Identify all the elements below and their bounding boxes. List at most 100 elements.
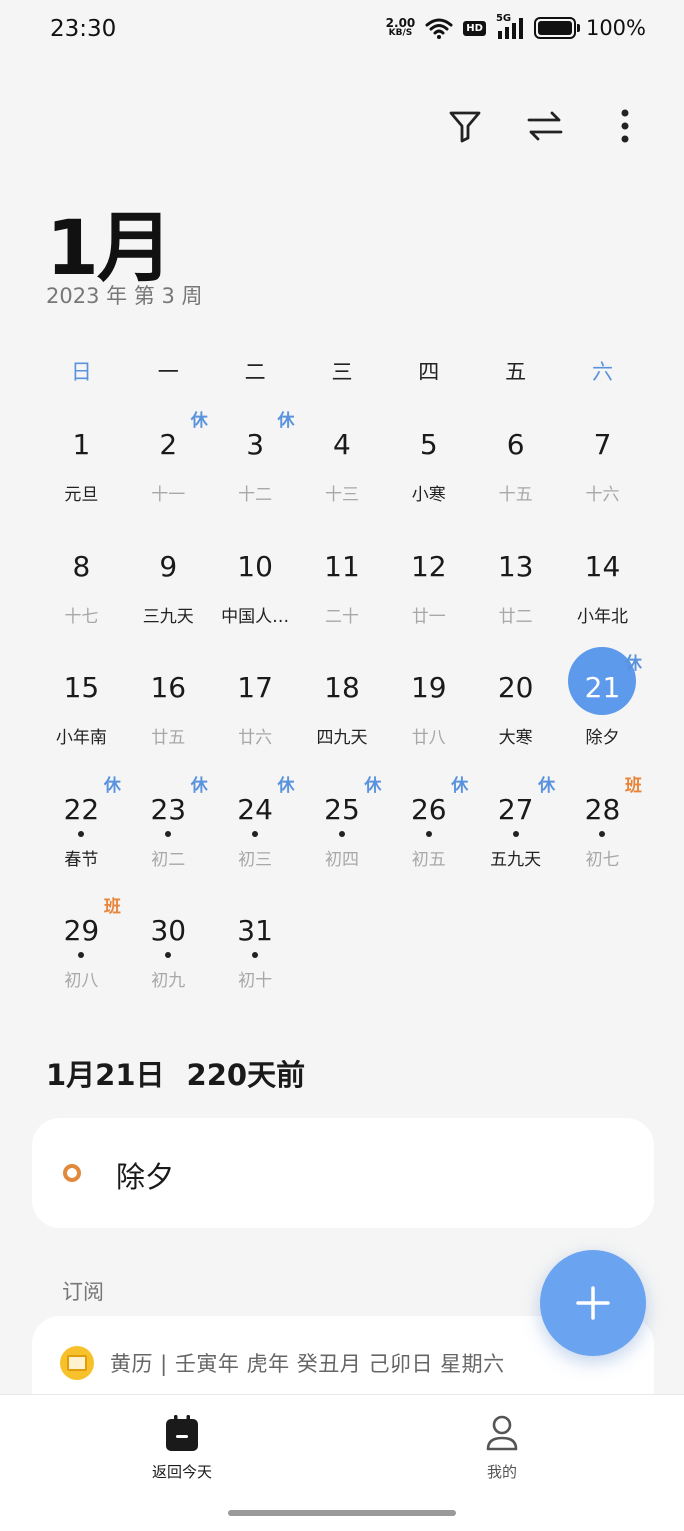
day-cell[interactable]: 12 廿一 xyxy=(385,520,472,642)
day-cell[interactable]: 10 中国人… xyxy=(212,520,299,642)
event-card[interactable]: 除夕 xyxy=(32,1118,654,1228)
day-number: 16 xyxy=(150,671,187,705)
status-bar: 23:30 2.00 KB/S HD 5G 100% xyxy=(0,0,684,64)
day-cell[interactable]: 11 二十 xyxy=(299,520,386,642)
selected-date-relative: 220天前 xyxy=(186,1058,306,1092)
event-dot-icon xyxy=(78,830,85,837)
selected-date-info: 1月21日 220天前 xyxy=(46,1052,305,1094)
nav-mine[interactable]: 我的 xyxy=(442,1413,562,1482)
day-number: 22 xyxy=(63,792,100,826)
lunar-label: 廿一 xyxy=(411,606,446,627)
day-cell[interactable]: 7 十六 xyxy=(559,398,646,520)
day-number: 15 xyxy=(63,671,100,705)
day-cell[interactable]: 8 十七 xyxy=(38,520,125,642)
lunar-label: 二十 xyxy=(324,606,359,627)
filter-button[interactable] xyxy=(446,104,484,148)
lunar-label: 十五 xyxy=(498,485,533,505)
event-dot-icon xyxy=(165,830,172,837)
weekday-header: 日 一 二 三 四 五 六 xyxy=(38,356,646,386)
lunar-label: 廿五 xyxy=(151,728,186,749)
day-cell[interactable]: 6 十五 xyxy=(472,398,559,520)
lunar-label: 初九 xyxy=(151,971,186,992)
day-number: 29 xyxy=(63,914,100,948)
lunar-label: 除夕 xyxy=(585,728,620,749)
status-icons: 2.00 KB/S HD 5G 100% xyxy=(386,13,646,40)
more-button[interactable] xyxy=(606,104,644,148)
lunar-label: 小年南 xyxy=(55,728,107,749)
lunar-label: 初七 xyxy=(585,849,620,870)
day-number: 7 xyxy=(593,428,612,461)
hd-badge: HD xyxy=(463,20,486,36)
event-dot-icon xyxy=(252,830,259,837)
day-cell[interactable]: 1 元旦 xyxy=(38,398,125,520)
day-cell[interactable]: 20 大寒 xyxy=(472,641,559,763)
swap-view-button[interactable] xyxy=(526,104,564,148)
week-row: 15 小年南 16 廿五 17 廿六 18 四九天 19 廿八 20 大寒休 21 除夕 xyxy=(38,641,646,763)
lunar-label: 四九天 xyxy=(316,728,368,749)
lunar-label: 十七 xyxy=(64,606,99,627)
day-cell[interactable]: 30 初九 xyxy=(125,884,212,1006)
day-cell[interactable]: 31 初十 xyxy=(212,884,299,1006)
day-cell[interactable]: 15 小年南 xyxy=(38,641,125,763)
day-cell[interactable]: 18 四九天 xyxy=(299,641,386,763)
day-cell[interactable]: 班 28 初七 xyxy=(559,763,646,885)
day-number: 14 xyxy=(584,549,621,583)
week-row: 休 22 春节休 23 初二休 24 初三休 25 初四休 26 初五休 27 五九天班 28 初七 xyxy=(38,763,646,885)
day-cell[interactable]: 16 廿五 xyxy=(125,641,212,763)
lunar-label: 中国人… xyxy=(221,606,290,627)
day-number: 12 xyxy=(410,549,447,583)
day-number: 5 xyxy=(419,428,438,461)
day-cell[interactable]: 休 27 五九天 xyxy=(472,763,559,885)
day-cell[interactable]: 休 26 初五 xyxy=(385,763,472,885)
weekday-fri: 五 xyxy=(505,360,527,384)
battery-icon xyxy=(533,17,580,39)
selected-date: 1月21日 xyxy=(46,1058,165,1092)
day-number: 30 xyxy=(150,914,187,948)
day-number: 11 xyxy=(324,549,360,583)
day-cell[interactable]: 5 小寒 xyxy=(385,398,472,520)
day-cell[interactable]: 休 24 初三 xyxy=(212,763,299,885)
day-cell[interactable]: 19 廿八 xyxy=(385,641,472,763)
day-cell[interactable]: 休 23 初二 xyxy=(125,763,212,885)
lunar-label: 廿二 xyxy=(498,606,533,627)
nav-today-label: 返回今天 xyxy=(151,1463,212,1481)
day-cell[interactable]: 休 2 十一 xyxy=(125,398,212,520)
lunar-label: 初八 xyxy=(64,971,99,992)
day-cell-selected[interactable]: 休 21 除夕 xyxy=(559,641,646,763)
lunar-label: 大寒 xyxy=(498,728,533,749)
lunar-label: 十二 xyxy=(238,485,273,505)
week-row: 1 元旦休 2 十一休 3 十二 4 十三 5 小寒 6 十五 7 十六 xyxy=(38,398,646,520)
day-cell[interactable]: 班 29 初八 xyxy=(38,884,125,1006)
day-cell[interactable]: 休 22 春节 xyxy=(38,763,125,885)
lunar-label: 廿八 xyxy=(411,728,446,749)
event-dot-icon xyxy=(338,830,345,837)
toolbar xyxy=(446,104,644,148)
year-week-label: 2023 年 第 3 周 xyxy=(46,284,203,308)
nav-back-to-today[interactable]: 返回今天 xyxy=(122,1413,242,1482)
net-speed-unit: KB/S xyxy=(388,28,413,38)
day-number: 6 xyxy=(506,428,525,461)
day-number: 26 xyxy=(410,792,447,826)
day-number: 17 xyxy=(237,671,273,705)
lunar-label: 初五 xyxy=(411,849,446,870)
subscription-label: 订阅 xyxy=(62,1280,104,1304)
event-dot-icon xyxy=(78,952,85,959)
day-cell[interactable]: 休 25 初四 xyxy=(299,763,386,885)
battery-percent: 100% xyxy=(585,16,646,40)
add-event-button[interactable] xyxy=(540,1250,646,1356)
network-type: 5G xyxy=(495,13,512,24)
weekday-sun: 日 xyxy=(70,360,92,384)
calendar-today-icon xyxy=(166,1415,198,1451)
day-cell[interactable]: 休 3 十二 xyxy=(212,398,299,520)
day-cell[interactable]: 14 小年北 xyxy=(559,520,646,642)
lunar-label: 五九天 xyxy=(490,849,542,870)
day-cell[interactable]: 13 廿二 xyxy=(472,520,559,642)
event-dot-icon xyxy=(599,830,606,837)
day-cell[interactable]: 17 廿六 xyxy=(212,641,299,763)
day-number: 3 xyxy=(246,428,265,461)
day-number: 21 xyxy=(584,671,621,705)
day-cell[interactable]: 4 十三 xyxy=(299,398,386,520)
day-cell[interactable]: 9 三九天 xyxy=(125,520,212,642)
plus-icon xyxy=(576,1286,610,1320)
event-dot-icon xyxy=(165,952,172,959)
